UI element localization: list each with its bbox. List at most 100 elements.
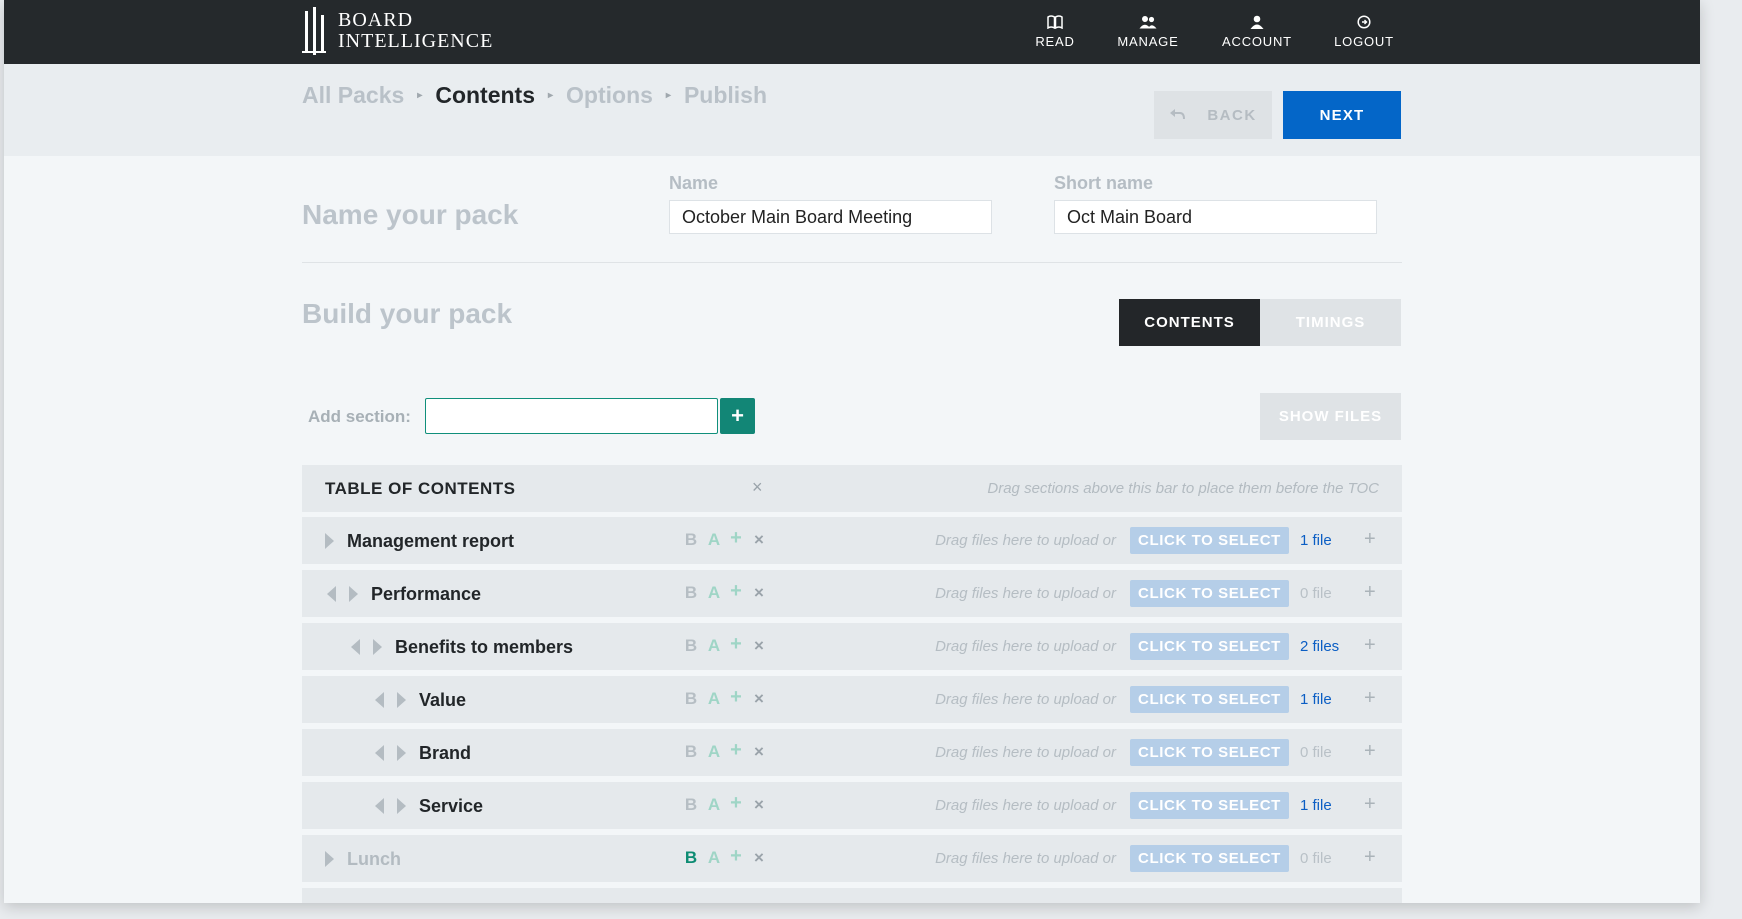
bold-toggle[interactable]: B — [682, 636, 700, 656]
outdent-left-icon[interactable] — [375, 745, 384, 761]
section-row[interactable]: Management report B A + × Drag files her… — [302, 517, 1402, 564]
user-icon — [1250, 15, 1264, 29]
outdent-left-icon[interactable] — [375, 798, 384, 814]
click-to-select-button[interactable]: CLICK TO SELECT — [1130, 792, 1289, 819]
section-title: Service — [419, 796, 484, 816]
add-file-icon[interactable]: + — [1364, 793, 1376, 816]
agenda-toggle[interactable]: A — [705, 848, 723, 868]
file-count-link[interactable]: 1 file — [1300, 532, 1332, 549]
section-row[interactable]: Benefits to members B A + × Drag files h… — [302, 623, 1402, 670]
section-row[interactable]: Brand B A + × Drag files here to upload … — [302, 729, 1402, 776]
outdent-left-icon[interactable] — [375, 692, 384, 708]
bold-toggle[interactable]: B — [682, 689, 700, 709]
section-row[interactable]: Performance B A + × Drag files here to u… — [302, 570, 1402, 617]
remove-section-icon[interactable]: × — [750, 689, 768, 709]
section-row[interactable]: Service B A + × Drag files here to uploa… — [302, 782, 1402, 829]
agenda-toggle[interactable]: A — [705, 636, 723, 656]
breadcrumb-separator-icon: ▸ — [665, 90, 671, 101]
add-section-button[interactable]: + — [720, 398, 755, 434]
upload-hint: Drag files here to upload or — [935, 744, 1116, 761]
nav-account[interactable]: ACCOUNT — [1220, 0, 1294, 64]
nav-manage-label: MANAGE — [1117, 34, 1179, 49]
bold-toggle[interactable]: B — [682, 795, 700, 815]
bold-toggle[interactable]: B — [682, 530, 700, 550]
add-subsection-icon[interactable]: + — [727, 527, 745, 550]
nav-read-label: READ — [1035, 34, 1075, 49]
add-file-icon[interactable]: + — [1364, 581, 1376, 604]
agenda-toggle[interactable]: A — [705, 530, 723, 550]
bold-toggle[interactable]: B — [682, 742, 700, 762]
add-file-icon[interactable]: + — [1364, 687, 1376, 710]
back-button[interactable]: BACK — [1154, 91, 1272, 139]
outdent-left-icon[interactable] — [351, 639, 360, 655]
nav-manage[interactable]: MANAGE — [1114, 0, 1182, 64]
add-subsection-icon[interactable]: + — [727, 845, 745, 868]
indent-right-icon[interactable] — [397, 798, 406, 814]
short-name-input[interactable] — [1054, 200, 1377, 234]
agenda-toggle[interactable]: A — [705, 689, 723, 709]
toc-remove-icon[interactable]: × — [752, 477, 763, 498]
next-button[interactable]: NEXT — [1283, 91, 1401, 139]
logo-mark-icon — [302, 7, 328, 55]
brand-logo[interactable]: BOARD INTELLIGENCE — [302, 6, 493, 56]
add-file-icon[interactable]: + — [1364, 528, 1376, 551]
click-to-select-button[interactable]: CLICK TO SELECT — [1130, 739, 1289, 766]
add-subsection-icon[interactable]: + — [727, 792, 745, 815]
file-count-link[interactable]: 1 file — [1300, 691, 1332, 708]
breadcrumb: All Packs ▸ Contents ▸ Options ▸ Publish — [302, 82, 767, 109]
section-title: Management report — [347, 531, 515, 551]
breadcrumb-options[interactable]: Options — [566, 82, 653, 109]
add-file-icon[interactable]: + — [1364, 634, 1376, 657]
add-file-icon[interactable]: + — [1364, 846, 1376, 869]
click-to-select-button[interactable]: CLICK TO SELECT — [1130, 686, 1289, 713]
breadcrumb-all-packs[interactable]: All Packs — [302, 82, 404, 109]
remove-section-icon[interactable]: × — [750, 742, 768, 762]
breadcrumb-contents[interactable]: Contents — [435, 82, 535, 109]
section-row[interactable]: Value B A + × Drag files here to upload … — [302, 676, 1402, 723]
show-files-button[interactable]: SHOW FILES — [1260, 393, 1401, 440]
click-to-select-button[interactable]: CLICK TO SELECT — [1130, 633, 1289, 660]
remove-section-icon[interactable]: × — [750, 795, 768, 815]
file-count: 0 file — [1300, 850, 1332, 867]
expand-right-icon[interactable] — [325, 851, 334, 867]
tab-timings[interactable]: TIMINGS — [1260, 299, 1401, 346]
add-subsection-icon[interactable]: + — [727, 686, 745, 709]
click-to-select-button[interactable]: CLICK TO SELECT — [1130, 527, 1289, 554]
add-subsection-icon[interactable]: + — [727, 633, 745, 656]
agenda-toggle[interactable]: A — [705, 742, 723, 762]
tab-contents[interactable]: CONTENTS — [1119, 299, 1260, 346]
agenda-toggle[interactable]: A — [705, 583, 723, 603]
agenda-toggle[interactable]: A — [705, 795, 723, 815]
nav-read[interactable]: READ — [1028, 0, 1082, 64]
add-subsection-icon[interactable]: + — [727, 580, 745, 603]
remove-section-icon[interactable]: × — [750, 583, 768, 603]
name-input[interactable] — [669, 200, 992, 234]
file-count-link[interactable]: 2 files — [1300, 638, 1339, 655]
section-title: Benefits to members — [395, 637, 574, 657]
indent-right-icon[interactable] — [397, 692, 406, 708]
remove-section-icon[interactable]: × — [750, 530, 768, 550]
remove-section-icon[interactable]: × — [750, 848, 768, 868]
section-row[interactable]: Lunch B A + × Drag files here to upload … — [302, 835, 1402, 882]
remove-section-icon[interactable]: × — [750, 636, 768, 656]
short-name-field-label: Short name — [1054, 173, 1154, 193]
bold-toggle[interactable]: B — [682, 583, 700, 603]
indent-right-icon[interactable] — [397, 745, 406, 761]
breadcrumb-publish[interactable]: Publish — [684, 82, 767, 109]
section-row-partial[interactable] — [302, 888, 1402, 903]
add-subsection-icon[interactable]: + — [727, 739, 745, 762]
outdent-left-icon[interactable] — [327, 586, 336, 602]
file-count: 0 file — [1300, 744, 1332, 761]
click-to-select-button[interactable]: CLICK TO SELECT — [1130, 845, 1289, 872]
click-to-select-button[interactable]: CLICK TO SELECT — [1130, 580, 1289, 607]
indent-right-icon[interactable] — [349, 586, 358, 602]
nav-logout[interactable]: LOGOUT — [1332, 0, 1396, 64]
bold-toggle[interactable]: B — [682, 848, 700, 868]
add-file-icon[interactable]: + — [1364, 740, 1376, 763]
add-section-input[interactable] — [425, 398, 718, 434]
expand-right-icon[interactable] — [325, 533, 334, 549]
indent-right-icon[interactable] — [373, 639, 382, 655]
table-of-contents-bar[interactable]: TABLE OF CONTENTS × Drag sections above … — [302, 465, 1402, 512]
users-icon — [1139, 15, 1157, 29]
file-count-link[interactable]: 1 file — [1300, 797, 1332, 814]
